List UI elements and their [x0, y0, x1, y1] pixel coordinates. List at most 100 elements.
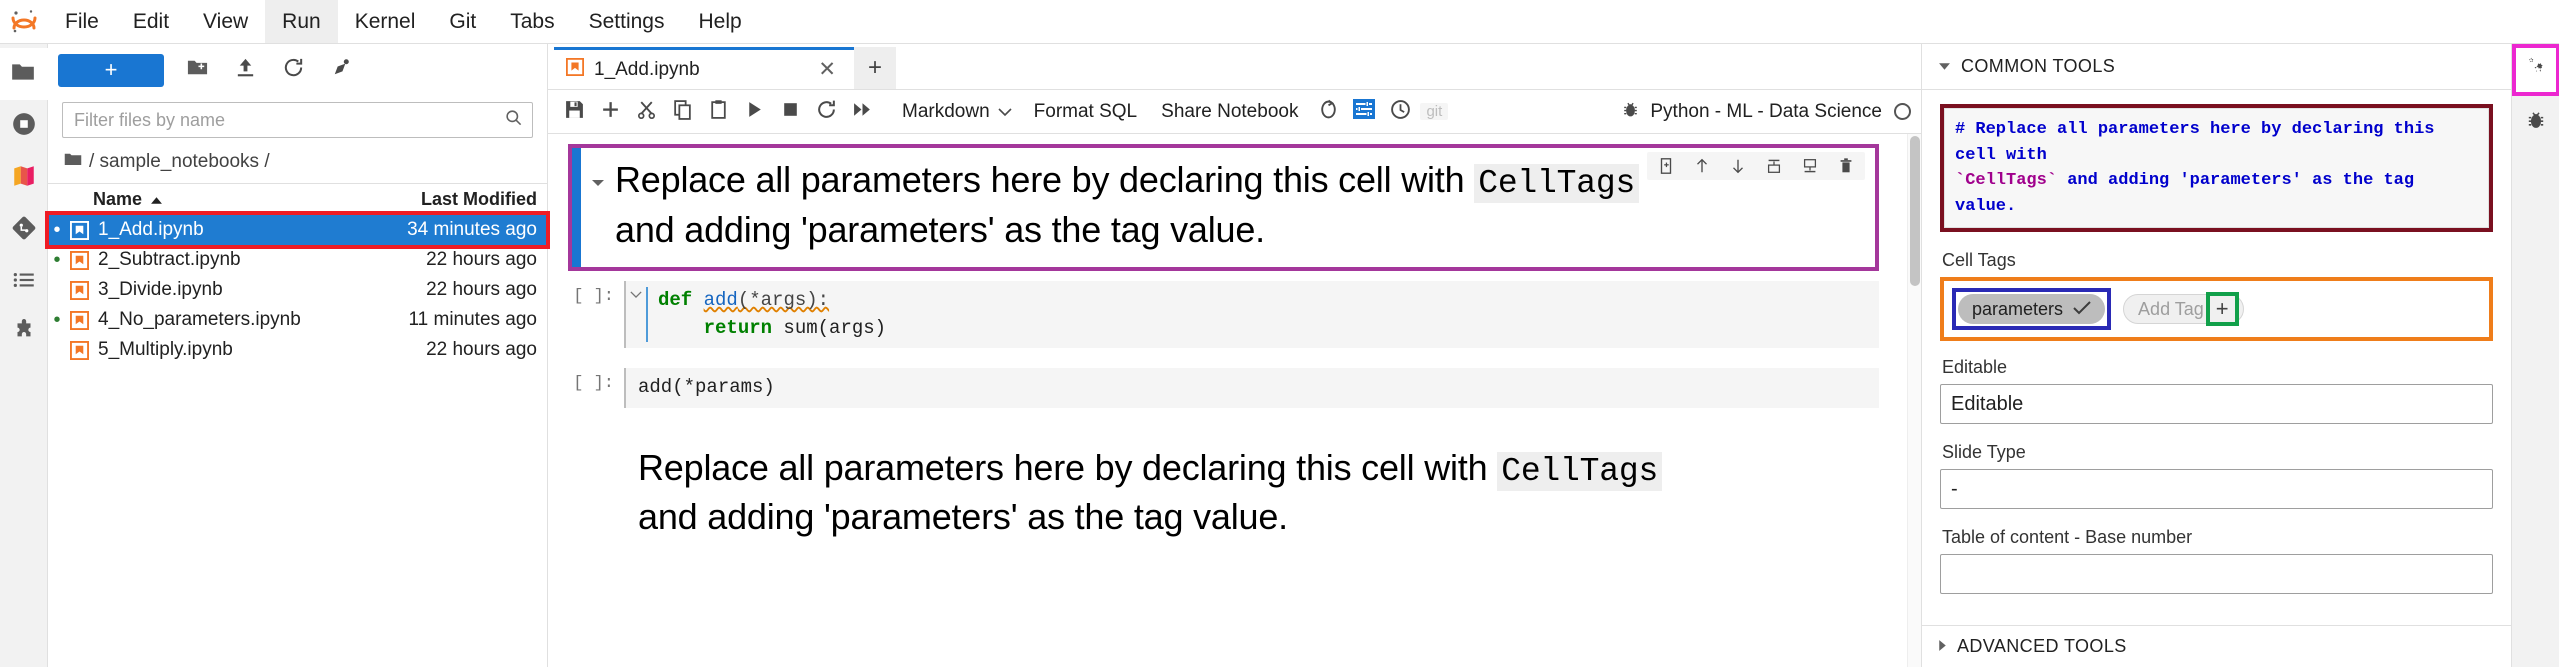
- filter-files-field[interactable]: [62, 102, 533, 138]
- menu-bar: File Edit View Run Kernel Git Tabs Settings Help: [0, 0, 2559, 44]
- code-cell-1[interactable]: [ ]: def add(*args): return sum(args): [562, 281, 1901, 358]
- cell-collapser[interactable]: [581, 156, 615, 253]
- restart-kernel-button[interactable]: [810, 96, 842, 128]
- run-cell-button[interactable]: [738, 96, 770, 128]
- notebook-icon: [66, 220, 92, 240]
- jupyterlab-window: File Edit View Run Kernel Git Tabs Settings Help: [0, 0, 2559, 667]
- menu-item-git[interactable]: Git: [432, 0, 493, 43]
- breadcrumb[interactable]: / sample_notebooks /: [48, 142, 547, 183]
- file-browser-panel: + Filter files by name / sample_notebook…: [48, 44, 548, 667]
- editable-select[interactable]: Editable: [1940, 384, 2493, 424]
- search-input[interactable]: [72, 108, 504, 132]
- toc-base-number-input[interactable]: [1940, 554, 2493, 594]
- common-tools-header[interactable]: COMMON TOOLS: [1922, 44, 2511, 90]
- debugger-toggle-button[interactable]: [1614, 96, 1646, 128]
- duplicate-cell-icon[interactable]: [1655, 155, 1677, 177]
- interrupt-kernel-button[interactable]: [774, 96, 806, 128]
- notebook-icon: [566, 57, 584, 82]
- active-markdown-cell[interactable]: Replace all parameters here by declaring…: [568, 144, 1879, 272]
- table-row[interactable]: • 4_No_parameters.ipynb 11 minutes ago: [48, 305, 547, 335]
- restart-run-all-button[interactable]: [846, 96, 878, 128]
- insert-cell-above-icon[interactable]: [1763, 155, 1785, 177]
- notebook-cells: Replace all parameters here by declaring…: [548, 144, 1921, 541]
- new-folder-button[interactable]: [182, 55, 212, 85]
- delete-cell-icon[interactable]: [1835, 155, 1857, 177]
- sidebar-item-extension-manager[interactable]: [0, 308, 48, 360]
- debugger-panel-button[interactable]: [2512, 96, 2559, 148]
- insert-cell-button[interactable]: [594, 96, 626, 128]
- scissors-icon: [636, 99, 657, 125]
- bug-icon: [1620, 99, 1641, 125]
- menu-item-file[interactable]: File: [48, 0, 116, 43]
- table-row[interactable]: • 2_Subtract.ipynb 22 hours ago: [48, 245, 547, 275]
- sidebar-item-git[interactable]: [0, 204, 48, 256]
- menu-item-run[interactable]: Run: [265, 0, 338, 43]
- table-row[interactable]: 5_Multiply.ipynb 22 hours ago: [48, 335, 547, 365]
- cell-prompt: [ ]:: [573, 374, 614, 394]
- close-icon[interactable]: ✕: [814, 57, 840, 82]
- history-clock-button[interactable]: [1384, 96, 1416, 128]
- menu-item-view[interactable]: View: [186, 0, 265, 43]
- new-launcher-button[interactable]: +: [58, 53, 164, 87]
- refresh-circle-button[interactable]: [1312, 96, 1344, 128]
- cell-toolbar-toggle-button[interactable]: [1348, 96, 1380, 128]
- insert-cell-below-icon[interactable]: [1799, 155, 1821, 177]
- stop-icon: [780, 99, 801, 125]
- format-sql-button[interactable]: Format SQL: [1024, 101, 1147, 123]
- code-editor[interactable]: def add(*args): return sum(args): [646, 287, 1879, 343]
- tab-1-add-ipynb[interactable]: 1_Add.ipynb ✕: [554, 47, 854, 89]
- markdown-source-editor[interactable]: # Replace all parameters here by declari…: [1944, 108, 2489, 228]
- bug-icon: [2524, 108, 2548, 137]
- menu-item-kernel[interactable]: Kernel: [338, 0, 433, 43]
- refresh-button[interactable]: [278, 55, 308, 85]
- sidebar-item-file-browser[interactable]: [0, 48, 48, 100]
- notebook-scroll-region[interactable]: Replace all parameters here by declaring…: [548, 134, 1921, 667]
- cell-type-select[interactable]: Markdown: [894, 101, 1020, 123]
- code-collapser[interactable]: [626, 287, 646, 342]
- inline-code-celltags: CellTags: [1497, 451, 1663, 491]
- tag-chip-parameters[interactable]: parameters: [1958, 294, 2106, 324]
- slide-type-select[interactable]: -: [1940, 469, 2493, 509]
- table-row[interactable]: 3_Divide.ipynb 22 hours ago: [48, 275, 547, 305]
- copy-icon: [672, 99, 693, 125]
- cut-cell-button[interactable]: [630, 96, 662, 128]
- save-button[interactable]: [558, 96, 590, 128]
- caret-up-icon: [150, 189, 163, 210]
- rendered-markdown-cell[interactable]: Replace all parameters here by declaring…: [638, 444, 1879, 541]
- table-row[interactable]: • 1_Add.ipynb 34 minutes ago: [48, 215, 547, 245]
- column-header-last-modified[interactable]: Last Modified: [392, 189, 547, 210]
- menu-item-help[interactable]: Help: [682, 0, 759, 43]
- kernel-idle-circle-icon: [1894, 103, 1911, 120]
- upload-button[interactable]: [230, 55, 260, 85]
- left-activity-bar: [0, 44, 48, 667]
- menu-item-tabs[interactable]: Tabs: [493, 0, 571, 43]
- folder-icon: [64, 151, 82, 173]
- cell-tags-area: parameters Add Tag +: [1940, 277, 2493, 341]
- paste-cell-button[interactable]: [702, 96, 734, 128]
- property-inspector-button[interactable]: [2511, 44, 2559, 96]
- advanced-tools-header[interactable]: ADVANCED TOOLS: [1922, 625, 2511, 667]
- kernel-name-label[interactable]: Python - ML - Data Science: [1650, 101, 1890, 123]
- plus-icon[interactable]: +: [2212, 296, 2233, 322]
- sidebar-item-running-sessions[interactable]: [0, 100, 48, 152]
- md-source-tick-close: `: [2046, 171, 2058, 190]
- scrollbar-thumb[interactable]: [1910, 136, 1920, 286]
- code-cell-2[interactable]: [ ]: add(*params): [562, 368, 1901, 418]
- notebook-scrollbar[interactable]: [1907, 134, 1921, 667]
- share-notebook-button[interactable]: Share Notebook: [1151, 101, 1308, 123]
- copy-cell-button[interactable]: [666, 96, 698, 128]
- right-activity-bar: [2511, 44, 2559, 667]
- add-tab-button[interactable]: +: [854, 47, 896, 89]
- sidebar-item-jupyterlab-books[interactable]: [0, 152, 48, 204]
- chevron-down-icon: [998, 101, 1012, 123]
- menu-item-settings[interactable]: Settings: [572, 0, 682, 43]
- column-header-name[interactable]: Name: [48, 189, 392, 210]
- move-cell-up-icon[interactable]: [1691, 155, 1713, 177]
- code-editor[interactable]: add(*params): [626, 374, 1879, 402]
- sidebar-item-table-of-contents[interactable]: [0, 256, 48, 308]
- add-tag-button[interactable]: Add Tag +: [2123, 292, 2244, 326]
- move-cell-down-icon[interactable]: [1727, 155, 1749, 177]
- menu-item-edit[interactable]: Edit: [116, 0, 186, 43]
- new-session-button[interactable]: [326, 55, 356, 85]
- notebook-toolbar: Markdown Format SQL Share Notebook git P…: [548, 90, 1921, 134]
